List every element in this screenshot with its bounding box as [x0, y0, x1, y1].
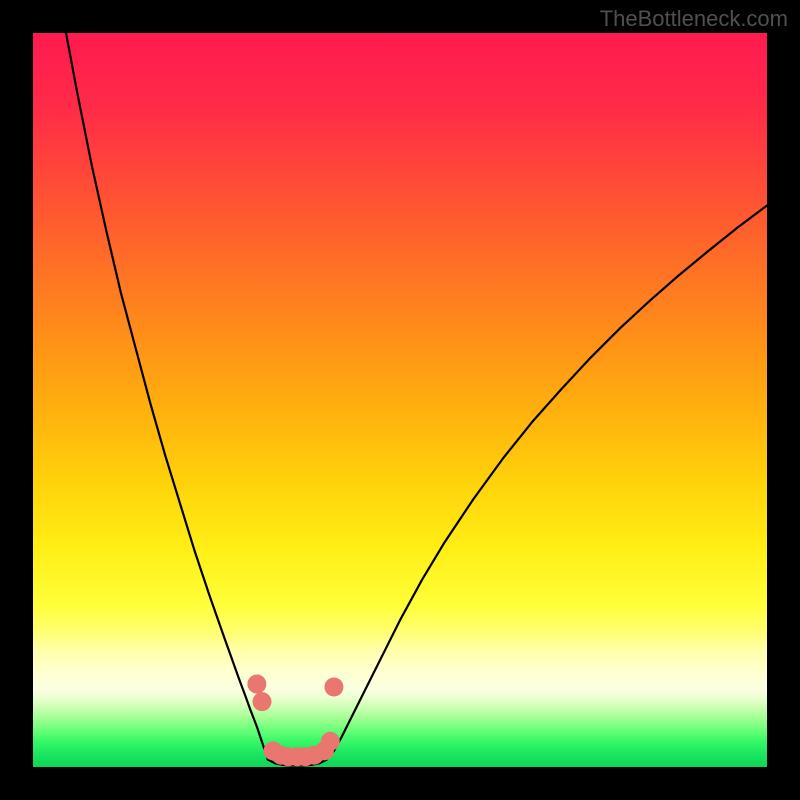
- watermark-text: TheBottleneck.com: [600, 6, 788, 32]
- bottleneck-chart: [33, 33, 767, 767]
- chart-svg: [33, 33, 767, 767]
